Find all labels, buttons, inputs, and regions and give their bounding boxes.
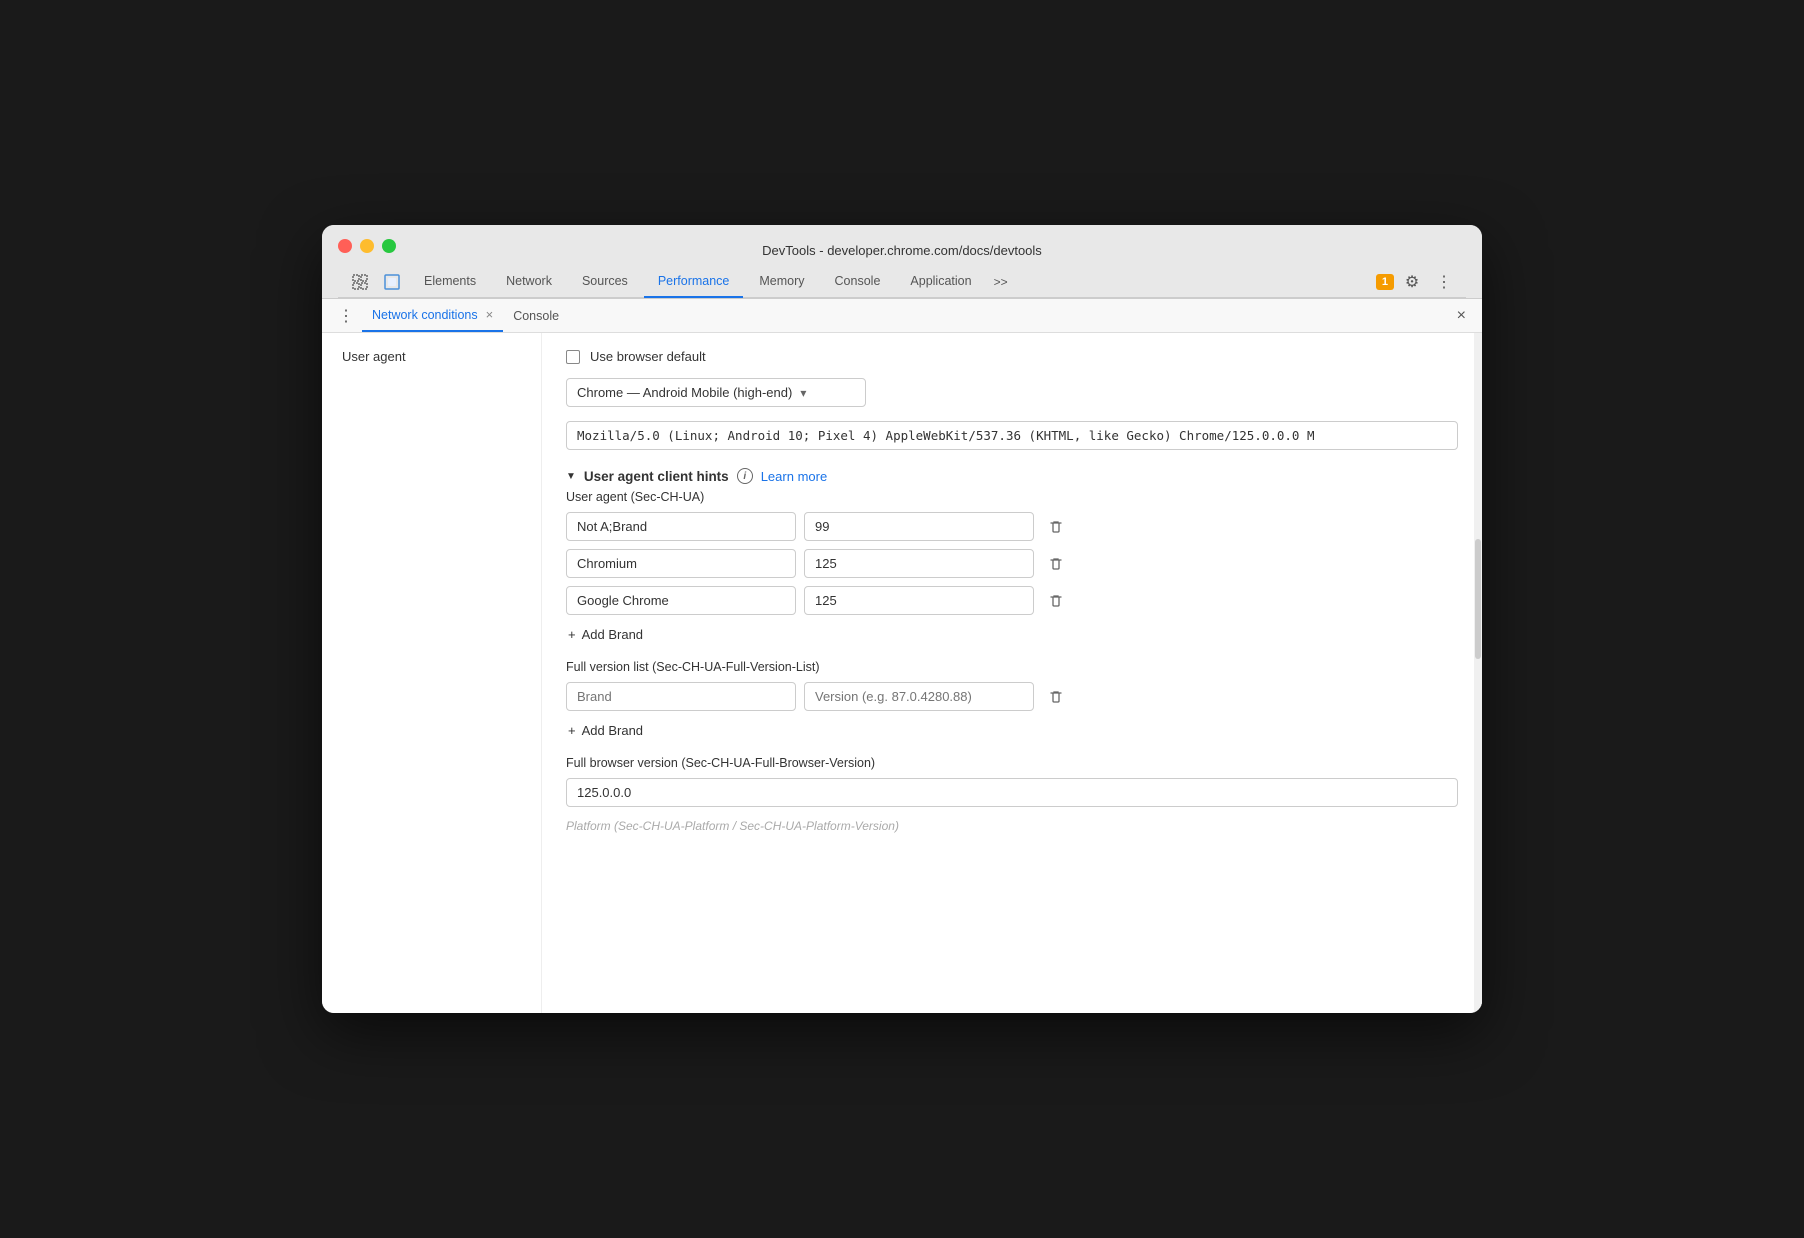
brand-name-input-1[interactable] bbox=[566, 549, 796, 578]
main-tab-bar: Elements Network Sources Performance Mem… bbox=[338, 266, 1466, 298]
full-browser-version-input[interactable] bbox=[566, 778, 1458, 807]
add-brand-button-1[interactable]: + Add Brand bbox=[566, 623, 1458, 646]
scrollbar[interactable] bbox=[1474, 333, 1482, 1013]
ua-string-input[interactable] bbox=[566, 421, 1458, 450]
brand-name-input-2[interactable] bbox=[566, 586, 796, 615]
delete-brand-0[interactable] bbox=[1042, 513, 1070, 541]
inspector-icon[interactable] bbox=[378, 268, 406, 296]
brand-name-input-0[interactable] bbox=[566, 512, 796, 541]
plus-icon-2: + bbox=[568, 723, 576, 738]
more-tabs-button[interactable]: >> bbox=[988, 267, 1014, 297]
info-icon[interactable]: i bbox=[737, 468, 753, 484]
main-panel: Use browser default Chrome — Android Mob… bbox=[542, 333, 1482, 1013]
client-hints-header: ▼ User agent client hints i Learn more bbox=[566, 468, 1458, 484]
ua-string-row bbox=[566, 421, 1458, 450]
full-version-brand-row bbox=[566, 682, 1458, 711]
tab-sources[interactable]: Sources bbox=[568, 266, 642, 298]
platform-label: Platform (Sec-CH-UA-Platform / Sec-CH-UA… bbox=[566, 819, 1458, 833]
delete-brand-1[interactable] bbox=[1042, 550, 1070, 578]
add-brand-label-2: Add Brand bbox=[582, 723, 643, 738]
drawer-tab-network-conditions[interactable]: Network conditions × bbox=[362, 299, 503, 332]
window-title: DevTools - developer.chrome.com/docs/dev… bbox=[338, 243, 1466, 266]
use-browser-default-checkbox[interactable] bbox=[566, 350, 580, 364]
minimize-button[interactable] bbox=[360, 239, 374, 253]
use-browser-default-row: Use browser default bbox=[566, 349, 1458, 364]
title-bar: DevTools - developer.chrome.com/docs/dev… bbox=[322, 225, 1482, 299]
drawer-menu-icon[interactable]: ⋮ bbox=[330, 300, 362, 332]
collapse-triangle-icon[interactable]: ▼ bbox=[566, 471, 576, 482]
plus-icon-1: + bbox=[568, 627, 576, 642]
full-version-brand-input[interactable] bbox=[566, 682, 796, 711]
brand-version-input-2[interactable] bbox=[804, 586, 1034, 615]
tab-bar-right: 1 ⚙ ⋮ bbox=[1376, 268, 1458, 296]
selector-icon[interactable] bbox=[346, 268, 374, 296]
scrollbar-thumb[interactable] bbox=[1475, 539, 1481, 659]
ua-select-row: Chrome — Android Mobile (high-end) ▾ bbox=[566, 378, 1458, 407]
use-browser-default-label: Use browser default bbox=[590, 349, 706, 364]
tab-elements[interactable]: Elements bbox=[410, 266, 490, 298]
delete-full-version-brand[interactable] bbox=[1042, 683, 1070, 711]
add-brand-button-2[interactable]: + Add Brand bbox=[566, 719, 1458, 742]
drawer-tab-bar: ⋮ Network conditions × Console × bbox=[322, 299, 1482, 333]
maximize-button[interactable] bbox=[382, 239, 396, 253]
add-brand-label-1: Add Brand bbox=[582, 627, 643, 642]
tab-network[interactable]: Network bbox=[492, 266, 566, 298]
user-agent-label: User agent bbox=[342, 349, 406, 364]
brand-version-input-0[interactable] bbox=[804, 512, 1034, 541]
close-network-conditions-tab[interactable]: × bbox=[486, 307, 494, 322]
tab-memory[interactable]: Memory bbox=[745, 266, 818, 298]
settings-icon[interactable]: ⚙ bbox=[1398, 268, 1426, 296]
left-panel: User agent bbox=[322, 333, 542, 1013]
brand-row-2 bbox=[566, 586, 1458, 615]
notification-badge: 1 bbox=[1376, 274, 1394, 290]
tab-application[interactable]: Application bbox=[896, 266, 985, 298]
brand-version-input-1[interactable] bbox=[804, 549, 1034, 578]
close-button[interactable] bbox=[338, 239, 352, 253]
more-options-icon[interactable]: ⋮ bbox=[1430, 268, 1458, 296]
tab-console[interactable]: Console bbox=[821, 266, 895, 298]
delete-brand-2[interactable] bbox=[1042, 587, 1070, 615]
devtools-window: DevTools - developer.chrome.com/docs/dev… bbox=[322, 225, 1482, 1013]
full-version-list-label: Full version list (Sec-CH-UA-Full-Versio… bbox=[566, 660, 1458, 674]
full-browser-version-label: Full browser version (Sec-CH-UA-Full-Bro… bbox=[566, 756, 1458, 770]
brand-row-1 bbox=[566, 549, 1458, 578]
learn-more-link[interactable]: Learn more bbox=[761, 469, 827, 484]
tab-performance[interactable]: Performance bbox=[644, 266, 744, 298]
client-hints-title: User agent client hints bbox=[584, 469, 729, 484]
ua-select-value: Chrome — Android Mobile (high-end) bbox=[577, 385, 792, 400]
ua-select[interactable]: Chrome — Android Mobile (high-end) ▾ bbox=[566, 378, 866, 407]
chevron-down-icon: ▾ bbox=[800, 386, 806, 400]
content-area: User agent Use browser default Chrome — … bbox=[322, 333, 1482, 1013]
drawer-tab-console[interactable]: Console bbox=[503, 301, 569, 331]
brand-row-0 bbox=[566, 512, 1458, 541]
close-drawer-icon[interactable]: × bbox=[1449, 301, 1474, 331]
full-version-version-input[interactable] bbox=[804, 682, 1034, 711]
sec-ch-ua-label: User agent (Sec-CH-UA) bbox=[566, 490, 1458, 504]
